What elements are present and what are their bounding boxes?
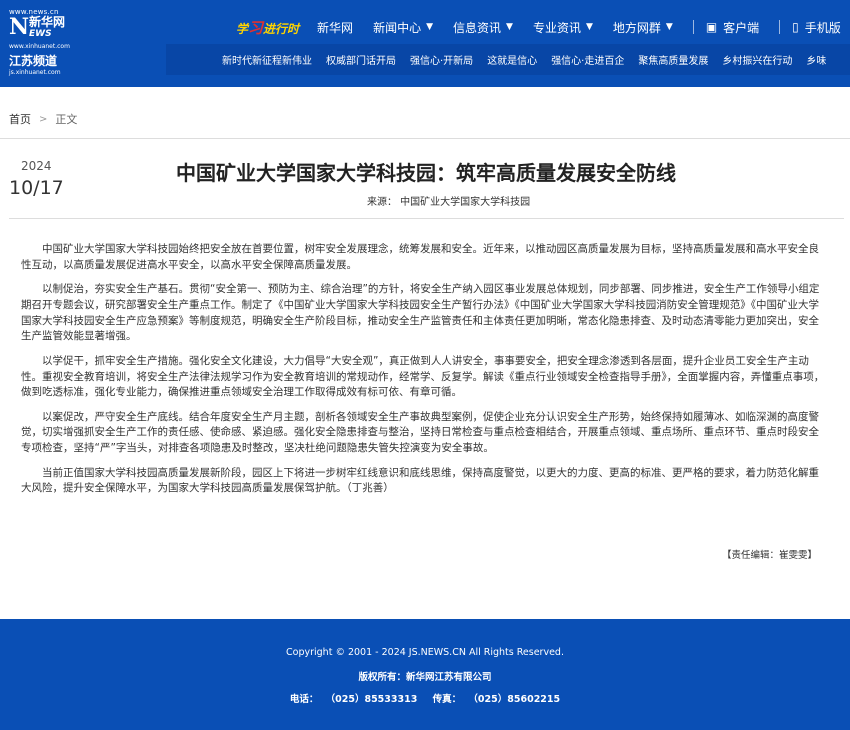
breadcrumb-divider (0, 138, 850, 139)
breadcrumb-current: 正文 (55, 113, 78, 126)
logo-mark: N (9, 14, 29, 40)
article-title: 中国矿业大学国家大学科技园：筑牢高质量发展安全防线 (176, 161, 676, 185)
xuexi-big: 习 (248, 18, 264, 37)
subnav-item[interactable]: 权威部门话开局 (326, 52, 396, 67)
date-month-day: 10/17 (9, 177, 64, 199)
breadcrumb-home[interactable]: 首页 (9, 111, 31, 127)
mobile-icon: ▯ (792, 20, 799, 34)
responsible-editor: 【责任编辑：崔雯雯】 (721, 550, 817, 561)
contact-info: 电话： （025）85533313 传真： （025）85602215 (0, 691, 850, 705)
subnav-item[interactable]: 乡味 (806, 52, 826, 67)
nav-label: 新闻中心 (373, 20, 422, 35)
subnav-item[interactable]: 乡村振兴在行动 (722, 52, 792, 67)
date-year: 2024 (21, 159, 52, 173)
xinhua-logo[interactable]: www.news.cn N 新华网 EWS www.xinhuanet.com … (9, 8, 70, 78)
chevron-down-icon: ▼ (665, 22, 673, 32)
nav-xinhuanet[interactable]: 新华网 (317, 19, 353, 36)
breadcrumb: 首页 > 正文 (9, 111, 77, 127)
subnav-item[interactable]: 这就是信心 (487, 52, 537, 67)
logo-url-bottom: js.xinhuanet.com (9, 69, 61, 76)
subnav-item[interactable]: 聚焦高质量发展 (638, 52, 708, 67)
xuexi-banner-link[interactable]: 学习进行时 (236, 17, 299, 38)
article-paragraph: 以案促改，严守安全生产底线。结合年度安全生产月主题，剖析各领域安全生产事故典型案… (21, 410, 819, 455)
nav-mobile[interactable]: ▯ 手机版 (792, 19, 841, 36)
nav-professional[interactable]: 专业资讯 ▼ (533, 19, 593, 36)
copyright: Copyright © 2001 - 2024 JS.NEWS.CN All R… (286, 647, 564, 658)
nav-label: 信息资讯 (453, 20, 502, 35)
nav-label: 客户端 (723, 20, 760, 35)
top-nav: 学习进行时 新华网 新闻中心 ▼ 信息资讯 ▼ 专业资讯 ▼ 地方网群 ▼ ▣ 客户端 ▯… (236, 16, 850, 38)
logo-cn: 新华网 (29, 15, 66, 29)
subnav-item[interactable]: 强信心·走进百企 (551, 52, 624, 67)
nav-local-network[interactable]: 地方网群 ▼ (613, 19, 673, 36)
xuexi-post: 进行时 (263, 21, 300, 36)
nav-divider (779, 20, 781, 34)
article-paragraph: 中国矿业大学国家大学科技园始终把安全放在首要位置，树牢安全发展理念，统筹发展和安… (21, 243, 819, 271)
logo-url-mid: www.xinhuanet.com (9, 43, 70, 50)
chevron-down-icon: ▼ (506, 22, 513, 32)
site-header: www.news.cn N 新华网 EWS www.xinhuanet.com … (0, 0, 850, 87)
article-paragraph: 以制促治，夯实安全生产基石。贯彻“安全第一、预防为主、综合治理”的方针，将安全生… (21, 283, 820, 343)
article-body: 中国矿业大学国家大学科技园始终把安全放在首要位置，树牢安全发展理念，统筹发展和安… (21, 242, 829, 506)
nav-label: 地方网群 (612, 20, 661, 35)
sub-nav: 新时代新征程新伟业 权威部门话开局 强信心·开新局 这就是信心 强信心·走进百企… (166, 44, 850, 75)
xuexi-pre: 学 (236, 21, 249, 36)
channel-name: 江苏频道 (9, 54, 58, 68)
breadcrumb-separator: > (39, 113, 48, 125)
client-icon: ▣ (705, 20, 718, 34)
article-source: 来源： 中国矿业大学国家大学科技园 (367, 197, 531, 208)
nav-divider (692, 20, 694, 34)
copyright-owner: 版权所有：新华网江苏有限公司 (358, 672, 492, 683)
nav-label: 手机版 (804, 20, 841, 35)
article-paragraph: 以学促干，抓牢安全生产措施。强化安全文化建设，大力倡导“大安全观”，真正做到人人… (21, 354, 825, 399)
nav-label: 新华网 (317, 20, 354, 35)
nav-info[interactable]: 信息资讯 ▼ (453, 19, 513, 36)
chevron-down-icon: ▼ (585, 22, 593, 32)
chevron-down-icon: ▼ (426, 22, 433, 32)
site-footer: Copyright © 2001 - 2024 JS.NEWS.CN All R… (0, 619, 850, 730)
header-divider (9, 218, 844, 219)
fax-number: （025）85602215 (473, 694, 561, 705)
article-paragraph: 当前正值国家大学科技园高质量发展新阶段，园区上下将进一步树牢红线意识和底线思维，… (21, 466, 819, 495)
fax-label: 传真： (432, 694, 462, 705)
subnav-item[interactable]: 强信心·开新局 (410, 52, 473, 67)
nav-client[interactable]: ▣ 客户端 (706, 19, 759, 36)
nav-label: 专业资讯 (532, 20, 581, 35)
phone-number: （025）85533313 (330, 694, 418, 705)
logo-news: EWS (29, 29, 52, 39)
phone-label: 电话： (289, 694, 319, 705)
subnav-item[interactable]: 新时代新征程新伟业 (222, 52, 312, 67)
nav-news-center[interactable]: 新闻中心 ▼ (373, 19, 433, 36)
